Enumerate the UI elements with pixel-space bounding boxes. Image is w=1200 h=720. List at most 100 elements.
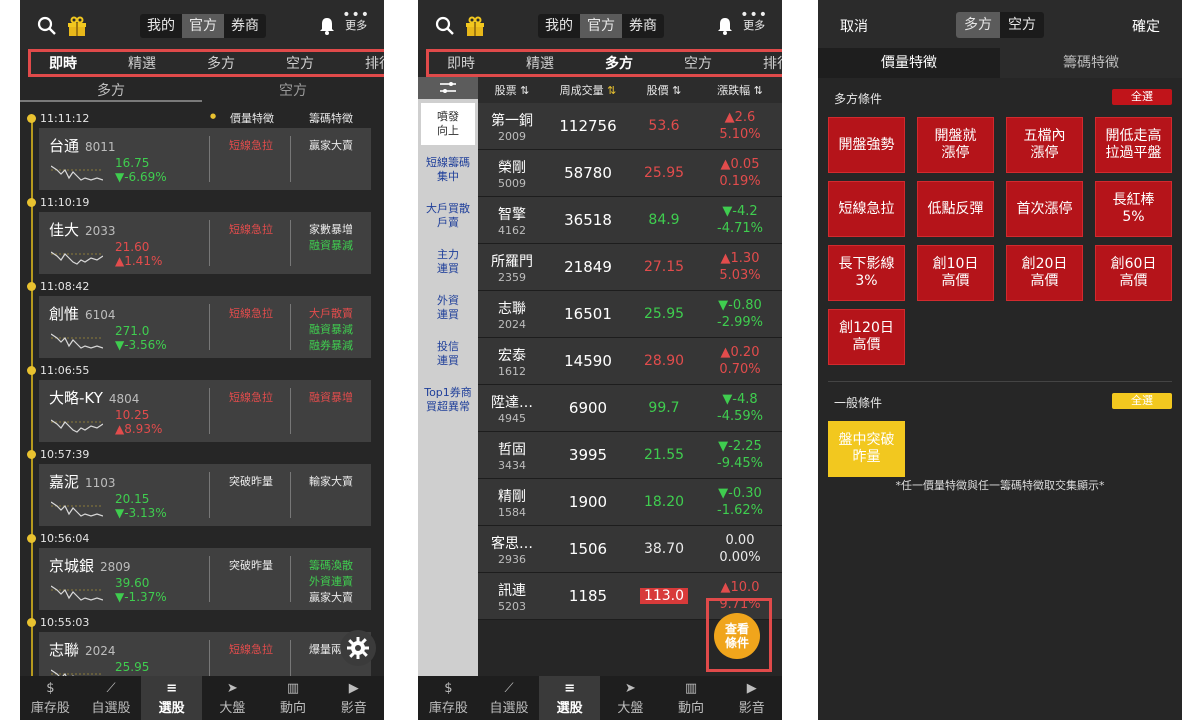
stock-card[interactable]: 大略-KY 4804 10.25 ▲8.93% 短線急拉 融資暴增 [39,380,371,442]
tab-ranking[interactable]: 排行 [365,53,384,73]
table-row[interactable]: 精剛 1584 1900 18.20 ▼-0.30 -1.62% [478,479,782,526]
segment-official[interactable]: 官方 [182,14,224,38]
select-all-general-button[interactable]: 全選 [1112,393,1172,409]
stock-code: 4945 [498,411,526,425]
stock-card[interactable]: 佳大 2033 21.60 ▲1.41% 短線急拉 家數暴增 融資暴減 [39,212,371,274]
stock-card[interactable]: 京城銀 2809 39.60 ▼-1.37% 突破昨量 籌碼渙散 外資連賣 贏家大賣 [39,548,371,610]
condition-button[interactable]: 首次漲停 [1006,181,1083,237]
settings-gear-icon[interactable] [340,630,376,666]
nav-screener[interactable]: ≡ 選股 [141,676,203,720]
condition-button[interactable]: 創10日 高價 [917,245,994,301]
condition-button[interactable]: 創120日 高價 [828,309,905,365]
source-segment[interactable]: 我的 官方 券商 [538,14,664,38]
condition-button[interactable]: 開盤強勢 [828,117,905,173]
stock-name: 榮剛 [498,159,526,176]
cancel-button[interactable]: 取消 [840,16,868,36]
stock-name: 大略-KY 4804 [49,387,139,408]
header-volume[interactable]: 周成交量 ⇅ [546,82,630,98]
gift-icon[interactable] [462,13,488,39]
condition-button[interactable]: 創20日 高價 [1006,245,1083,301]
condition-button[interactable]: 低點反彈 [917,181,994,237]
segment-short[interactable]: 空方 [1000,12,1044,38]
strategy-item[interactable]: 噴發 向上 [421,103,475,145]
nav-market[interactable]: ➤ 大盤 [600,676,661,720]
stock-card[interactable]: 創惟 6104 271.0 ▼-3.56% 短線急拉 大戶散賣 融資暴減 融券暴減 [39,296,371,358]
tab-long[interactable]: 多方 [207,53,235,73]
feature-tag: 家數暴增 [309,223,353,236]
condition-button[interactable]: 創60日 高價 [1095,245,1172,301]
tab-featured[interactable]: 精選 [526,53,554,73]
segment-official[interactable]: 官方 [580,14,622,38]
strategy-item[interactable]: Top1券商 買超異常 [421,379,475,421]
general-condition-button[interactable]: 盤中突破 昨量 [828,421,905,477]
direction-segment[interactable]: 多方 空方 [956,12,1044,38]
tab-long[interactable]: 多方 [605,53,633,73]
tab-short[interactable]: 空方 [286,53,314,73]
condition-button[interactable]: 長下影線 3% [828,245,905,301]
header-price[interactable]: 股價 ⇅ [630,82,698,98]
segment-broker[interactable]: 券商 [224,14,266,38]
condition-button[interactable]: 開低走高 拉過平盤 [1095,117,1172,173]
nav-holdings[interactable]: $ 庫存股 [418,676,479,720]
tab-chips[interactable]: 籌碼特徵 [1000,48,1182,78]
strategy-item[interactable]: 短線籌碼 集中 [421,149,475,191]
table-row[interactable]: 志聯 2024 16501 25.95 ▼-0.80 -2.99% [478,291,782,338]
tab-featured[interactable]: 精選 [128,53,156,73]
condition-button[interactable]: 長紅棒 5% [1095,181,1172,237]
tab-realtime[interactable]: 即時 [49,53,77,73]
tab-ranking[interactable]: 排行 [763,53,782,73]
table-row[interactable]: 第一銅 2009 112756 53.6 ▲2.6 5.10% [478,103,782,150]
table-row[interactable]: 陞達… 4945 6900 99.7 ▼-4.8 -4.59% [478,385,782,432]
filter-sliders-icon[interactable] [418,77,478,99]
nav-watchlist[interactable]: ⟋ 自選股 [479,676,540,720]
tab-price-volume[interactable]: 價量特徵 [818,48,1000,78]
stock-name: 嘉泥 1103 [49,471,116,492]
more-button[interactable]: ••• 更多 [740,8,768,32]
nav-video[interactable]: ▶ 影音 [323,676,384,720]
gift-icon[interactable] [64,13,90,39]
strategy-item[interactable]: 外資 連買 [421,287,475,329]
table-row[interactable]: 智擎 4162 36518 84.9 ▼-4.2 -4.71% [478,197,782,244]
search-icon[interactable] [432,13,458,39]
tab-realtime[interactable]: 即時 [447,53,475,73]
stock-card[interactable]: 嘉泥 1103 20.15 ▼-3.13% 突破昨量 輸家大賣 [39,464,371,526]
tab-short[interactable]: 空方 [684,53,712,73]
header-change[interactable]: 漲跌幅 ⇅ [698,82,782,98]
table-row[interactable]: 哲固 3434 3995 21.55 ▼-2.25 -9.45% [478,432,782,479]
table-row[interactable]: 客思… 2936 1506 38.70 0.00 0.00% [478,526,782,573]
subtab-long[interactable]: 多方 [20,80,202,102]
condition-button[interactable]: 開盤就 漲停 [917,117,994,173]
nav-watchlist[interactable]: ⟋ 自選股 [81,676,142,720]
strategy-item[interactable]: 大戶買散 戶賣 [421,195,475,237]
table-row[interactable]: 榮剛 5009 58780 25.95 ▲0.05 0.19% [478,150,782,197]
condition-button[interactable]: 五檔內 漲停 [1006,117,1083,173]
nav-trends[interactable]: ▥ 動向 [263,676,324,720]
nav-screener[interactable]: ≡ 選股 [539,676,601,720]
nav-trends[interactable]: ▥ 動向 [661,676,722,720]
segment-broker[interactable]: 券商 [622,14,664,38]
bell-icon[interactable] [712,13,738,39]
change-value: 0.00 [725,533,755,548]
strategy-item[interactable]: 投信 連買 [421,333,475,375]
nav-holdings[interactable]: $ 庫存股 [20,676,81,720]
condition-button[interactable]: 短線急拉 [828,181,905,237]
view-conditions-button[interactable]: 查看 條件 [714,613,760,659]
subtab-short[interactable]: 空方 [202,80,384,102]
segment-long[interactable]: 多方 [956,12,1000,38]
confirm-button[interactable]: 確定 [1132,16,1160,36]
segment-mine[interactable]: 我的 [538,14,580,38]
header-stock[interactable]: 股票 ⇅ [478,82,546,98]
strategy-item[interactable]: 主力 連買 [421,241,475,283]
search-icon[interactable] [34,13,60,39]
stock-card[interactable]: 台通 8011 16.75 ▼-6.69% 短線急拉 贏家大賣 [39,128,371,190]
segment-mine[interactable]: 我的 [140,14,182,38]
select-all-long-button[interactable]: 全選 [1112,89,1172,105]
table-row[interactable]: 宏泰 1612 14590 28.90 ▲0.20 0.70% [478,338,782,385]
table-row[interactable]: 所羅門 2359 21849 27.15 ▲1.30 5.03% [478,244,782,291]
source-segment[interactable]: 我的 官方 券商 [140,14,266,38]
nav-market[interactable]: ➤ 大盤 [202,676,263,720]
nav-video[interactable]: ▶ 影音 [721,676,782,720]
stock-name: 陞達… [491,394,533,411]
more-button[interactable]: ••• 更多 [342,8,370,32]
bell-icon[interactable] [314,13,340,39]
